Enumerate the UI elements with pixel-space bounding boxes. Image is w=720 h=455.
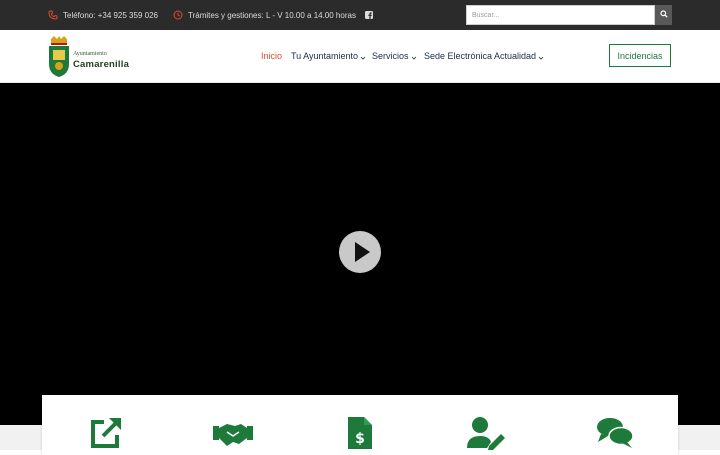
phone-icon bbox=[48, 10, 58, 20]
coat-of-arms-icon bbox=[47, 36, 71, 83]
search-button[interactable] bbox=[655, 5, 672, 25]
nav-item-label: Servicios bbox=[372, 51, 409, 61]
nav-item-label: Actualidad bbox=[494, 51, 537, 61]
nav-item-inicio[interactable]: Inicio bbox=[261, 51, 282, 61]
phone-info[interactable]: Teléfono: +34 925 359 026 bbox=[48, 0, 158, 30]
svg-text:$: $ bbox=[355, 431, 365, 447]
hours-text: Trámites y gestiones: L - V 10.00 a 14.0… bbox=[188, 10, 356, 20]
incidencias-button[interactable]: Incidencias bbox=[609, 44, 671, 67]
hours-info: Trámites y gestiones: L - V 10.00 a 14.0… bbox=[173, 0, 356, 30]
nav-item-tu-ayuntamiento[interactable]: Tu Ayuntamiento bbox=[291, 51, 366, 61]
nav-item-label: Sede Electrónica bbox=[424, 51, 493, 61]
search-icon bbox=[659, 10, 668, 20]
logo-line-1: Ayuntamiento bbox=[73, 51, 107, 57]
invoice-icon[interactable]: $ bbox=[346, 416, 386, 450]
nav-item-label: Inicio bbox=[261, 51, 283, 61]
clock-icon bbox=[173, 10, 183, 20]
external-link-icon[interactable] bbox=[89, 416, 129, 450]
nav-item-label: Tu Ayuntamiento bbox=[291, 51, 359, 61]
user-edit-icon[interactable] bbox=[467, 416, 507, 450]
nav-item-actualidad[interactable]: Actualidad bbox=[494, 51, 544, 61]
nav-item-servicios[interactable]: Servicios bbox=[372, 51, 417, 61]
play-icon[interactable] bbox=[339, 231, 381, 273]
search-form bbox=[466, 5, 672, 25]
top-bar: Teléfono: +34 925 359 026 Trámites y ges… bbox=[0, 0, 720, 30]
chevron-down-icon bbox=[360, 53, 366, 60]
logo-line-2: Camarenilla bbox=[73, 59, 130, 70]
facebook-link[interactable] bbox=[364, 0, 374, 30]
search-input[interactable] bbox=[466, 5, 655, 25]
chevron-down-icon bbox=[411, 53, 417, 60]
chevron-down-icon bbox=[538, 53, 544, 60]
phone-text: Teléfono: +34 925 359 026 bbox=[63, 10, 158, 20]
nav-item-sede-electronica[interactable]: Sede Electrónica bbox=[424, 51, 492, 61]
comments-icon[interactable] bbox=[596, 416, 636, 450]
handshake-icon[interactable] bbox=[213, 416, 253, 450]
facebook-icon bbox=[364, 10, 374, 20]
site-logo[interactable]: Ayuntamiento Camarenilla bbox=[47, 36, 137, 78]
